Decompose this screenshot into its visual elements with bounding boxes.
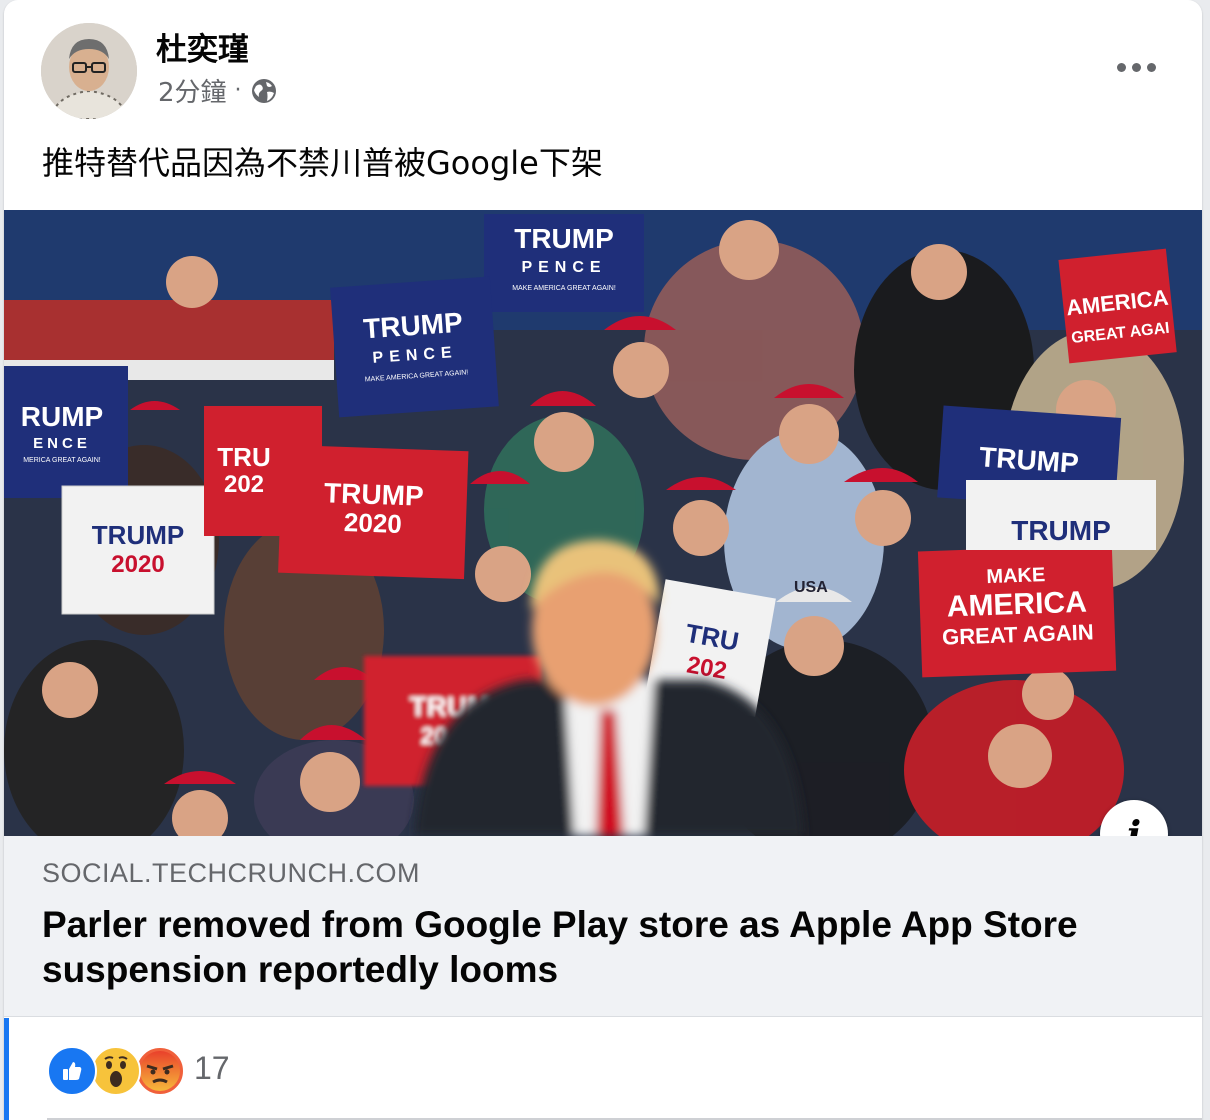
more-dot <box>1131 62 1141 72</box>
sign-2: TRUMP PENCE MAKE AMERICA GREAT AGAIN! <box>330 276 499 418</box>
more-dot <box>1116 62 1126 72</box>
sign-4: TRUMP 2020 <box>61 485 215 615</box>
svg-text:GREAT AGAIN: GREAT AGAIN <box>942 619 1094 649</box>
svg-text:MAKE AMERICA GREAT AGAIN!: MAKE AMERICA GREAT AGAIN! <box>512 285 616 292</box>
link-preview-image[interactable]: USA TRUMP PENCE MAKE AMERICA GREAT AGAIN… <box>4 210 1202 836</box>
svg-text:202: 202 <box>224 471 264 498</box>
meta-separator: · <box>234 78 242 103</box>
svg-text:2020: 2020 <box>111 551 164 578</box>
post-text: 推特替代品因為不禁川普被Google下架 <box>42 144 603 182</box>
svg-text:TRUMP: TRUMP <box>1011 515 1111 546</box>
author-name[interactable]: 杜奕瑾 <box>156 24 249 69</box>
svg-text:2020: 2020 <box>343 507 402 539</box>
svg-text:TRUMP: TRUMP <box>324 477 425 511</box>
post-card: 杜奕瑾 2分鐘 · 推特替代品因為不禁川普被Google下架 USA TRUMP… <box>4 0 1202 1120</box>
link-preview-footer[interactable]: SOCIAL.TECHCRUNCH.COM Parler removed fro… <box>4 836 1202 1017</box>
reactions-bar: 17 <box>4 1018 1202 1120</box>
svg-text:MERICA GREAT AGAIN!: MERICA GREAT AGAIN! <box>23 457 101 464</box>
post-meta: 2分鐘 · <box>158 72 278 109</box>
sign-3: RUMP ENCE MERICA GREAT AGAIN! <box>4 366 128 498</box>
post-timestamp[interactable]: 2分鐘 <box>158 72 227 109</box>
svg-text:AMERICA: AMERICA <box>946 586 1087 624</box>
sign-9: TRUMP <box>966 480 1156 550</box>
svg-text:TRUMP: TRUMP <box>92 520 184 550</box>
link-domain: SOCIAL.TECHCRUNCH.COM <box>42 858 421 888</box>
cap-text: USA <box>794 579 828 596</box>
svg-text:TRU: TRU <box>217 442 270 472</box>
sign-6: TRU 202 <box>204 406 322 536</box>
svg-text:RUMP: RUMP <box>21 401 103 432</box>
sign-7: MAKE AMERICA GREAT AGAIN <box>917 544 1117 678</box>
svg-text:PENCE: PENCE <box>521 259 606 276</box>
svg-text:ENCE: ENCE <box>33 435 91 452</box>
reaction-count[interactable]: 17 <box>194 1050 230 1087</box>
like-reaction-icon <box>47 1046 97 1096</box>
globe-icon[interactable] <box>250 77 278 105</box>
svg-text:MAKE: MAKE <box>986 564 1046 588</box>
more-dot <box>1146 62 1156 72</box>
author-avatar[interactable] <box>41 23 137 119</box>
angry-reaction-icon <box>135 1046 185 1096</box>
sign-10: AMERICA GREAT AGAI <box>1058 248 1177 364</box>
more-options-icon[interactable] <box>1108 54 1164 80</box>
link-headline[interactable]: Parler removed from Google Play store as… <box>42 902 1162 992</box>
wow-reaction-icon <box>91 1046 141 1096</box>
svg-text:TRUMP: TRUMP <box>514 223 614 254</box>
reaction-icons[interactable] <box>47 1046 185 1096</box>
sign-1: TRUMP PENCE MAKE AMERICA GREAT AGAIN! <box>484 214 644 312</box>
